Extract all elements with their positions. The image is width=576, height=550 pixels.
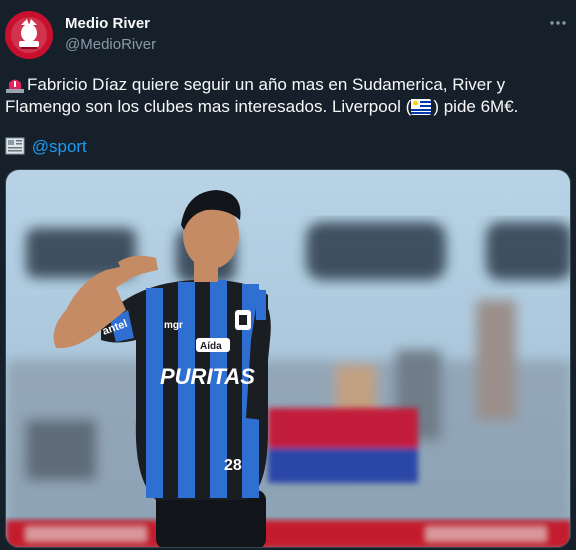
tweet-line-2a: Flamengo son los clubes mas interesados.…	[5, 97, 412, 116]
author-handle[interactable]: @MedioRiver	[65, 36, 156, 53]
author-name[interactable]: Medio River	[65, 15, 150, 32]
chest-logo-text: Aída	[200, 341, 222, 352]
avatar[interactable]	[5, 11, 53, 59]
tweet-text: Fabricio Díaz quiere seguir un año mas e…	[5, 74, 565, 118]
tweet-line-1: Fabricio Díaz quiere seguir un año mas e…	[27, 75, 506, 94]
rotating-light-icon	[5, 75, 25, 93]
avatar-logo-icon	[5, 11, 53, 59]
source-mention-link[interactable]: @sport	[32, 137, 87, 156]
tweet-line-2b: ) pide 6M€.	[433, 97, 519, 116]
uruguay-flag-icon	[411, 99, 432, 117]
more-options-icon[interactable]	[548, 13, 568, 33]
tweet-header: Medio River @MedioRiver	[0, 0, 576, 70]
player-number-text: 28	[224, 457, 242, 474]
photo-player-celebrating: antel mgr Aída PURITAS 28	[6, 170, 570, 547]
tweet-photo[interactable]: antel mgr Aída PURITAS 28	[5, 169, 571, 548]
shirt-sponsor-text: PURITAS	[160, 364, 255, 389]
newspaper-icon	[5, 137, 25, 155]
source-line: @sport	[5, 136, 87, 158]
brand-text: mgr	[164, 320, 183, 331]
